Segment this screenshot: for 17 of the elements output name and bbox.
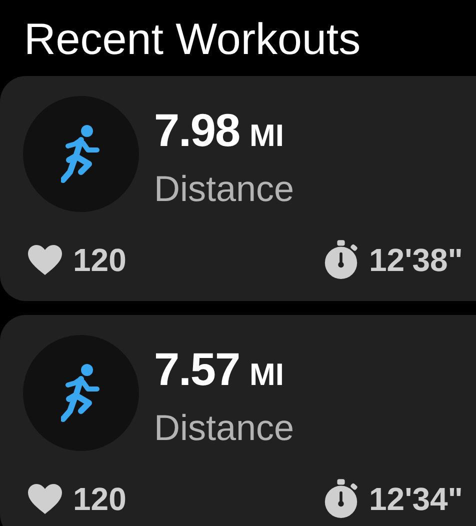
heart-rate: 120 — [73, 480, 126, 519]
runner-icon — [61, 124, 101, 184]
runner-icon — [61, 363, 101, 423]
metric-label: Distance — [154, 408, 294, 448]
screen-title: Recent Workouts — [23, 14, 362, 66]
heart-icon — [27, 483, 63, 515]
stopwatch-icon — [323, 479, 359, 519]
pace-time: 12'34" — [369, 480, 463, 519]
distance-value: 7.57 — [154, 343, 240, 395]
distance-unit: MI — [250, 356, 284, 394]
heart-rate: 120 — [73, 241, 126, 280]
metric-label: Distance — [154, 169, 294, 209]
stopwatch-icon — [323, 240, 359, 280]
distance-unit: MI — [250, 117, 284, 155]
distance-value: 7.98 — [154, 104, 240, 156]
heart-icon — [27, 244, 63, 276]
pace-time: 12'38" — [369, 241, 463, 280]
